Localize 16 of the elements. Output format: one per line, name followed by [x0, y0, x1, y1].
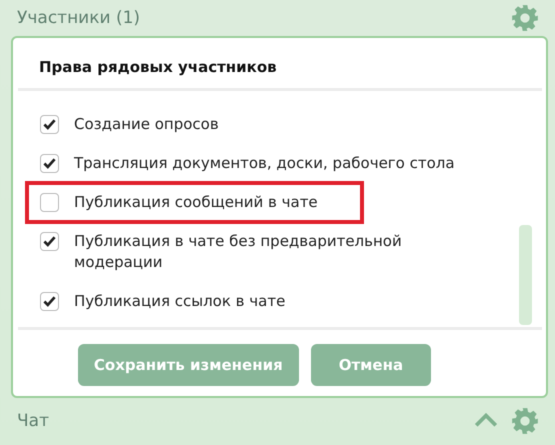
panel-heading: Права рядовых участников	[38, 57, 278, 78]
checkbox-label[interactable]: Публикация в чате без предварительной модерации	[74, 231, 460, 273]
section-title[interactable]: Участники (1)	[17, 8, 511, 28]
settings-icon[interactable]	[511, 407, 539, 435]
checkbox[interactable]	[40, 115, 59, 134]
section-title[interactable]: Чат	[17, 411, 473, 431]
settings-icon[interactable]	[511, 4, 539, 32]
checkbox-label[interactable]: Публикация ссылок в чате	[74, 291, 286, 312]
checkbox[interactable]	[40, 232, 59, 251]
checkbox[interactable]	[40, 292, 59, 311]
checkbox-label[interactable]: Трансляция документов, доски, рабочего стола	[74, 153, 455, 174]
checkbox[interactable]	[40, 154, 59, 173]
checkbox-label[interactable]: Публикация сообщений в чате	[74, 192, 318, 213]
scrollbar-thumb[interactable]	[519, 225, 532, 325]
checkbox[interactable]	[40, 193, 59, 212]
checkbox-label[interactable]: Создание опросов	[74, 114, 219, 135]
